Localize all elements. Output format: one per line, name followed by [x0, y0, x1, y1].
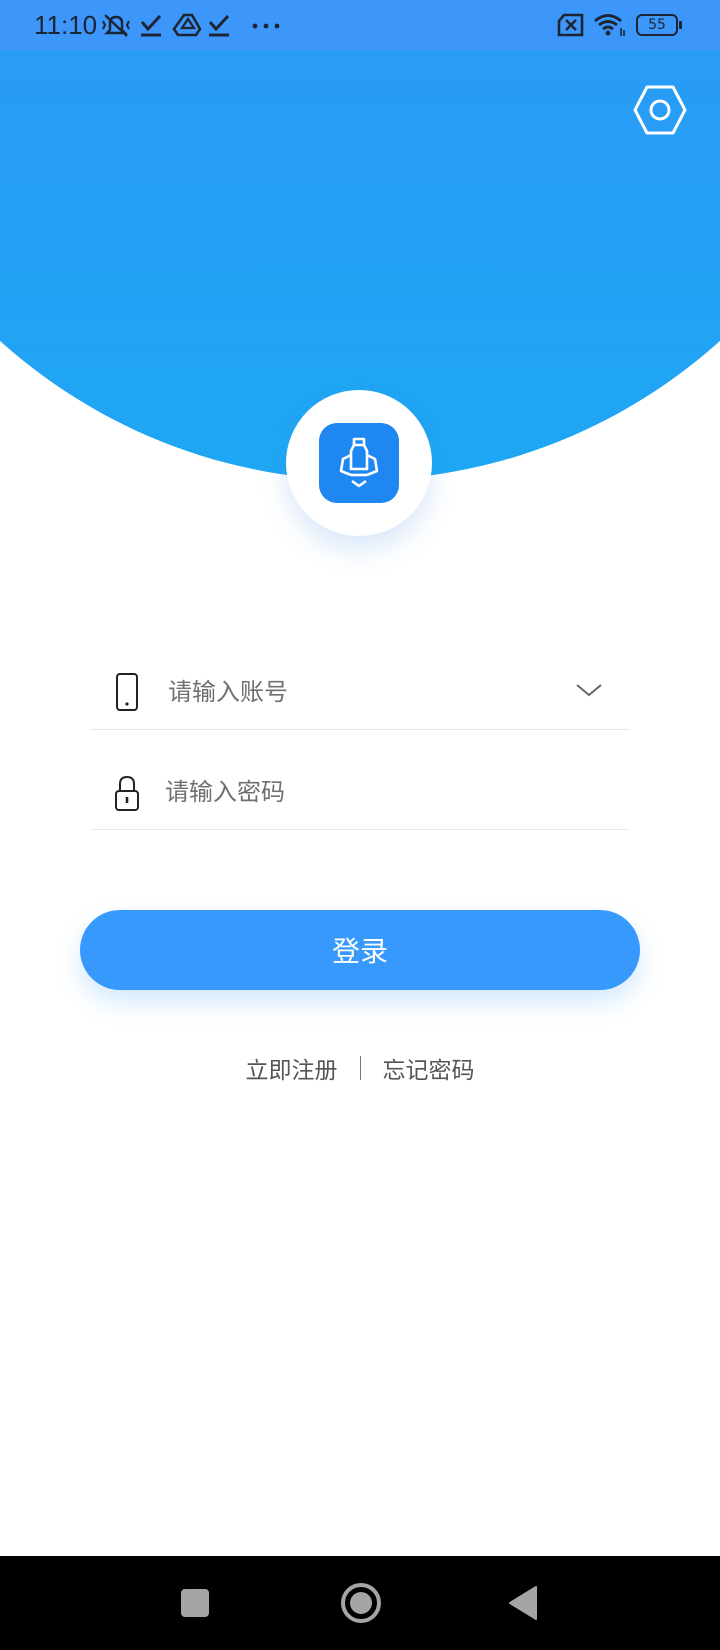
- password-input[interactable]: [165, 764, 545, 820]
- account-input[interactable]: [168, 664, 548, 720]
- account-row: [90, 654, 630, 730]
- home-icon[interactable]: [338, 1580, 384, 1626]
- download-done-icon: [140, 14, 162, 37]
- login-screen: 11:10 55 请输入账号 登录 立即注册 忘记密码: [0, 0, 720, 1650]
- app-logo: [319, 423, 399, 503]
- lock-icon: [115, 775, 139, 811]
- phone-icon: [116, 673, 138, 711]
- back-icon[interactable]: [506, 1584, 540, 1622]
- drive-icon: [172, 13, 202, 37]
- navigation-bar: [0, 1556, 720, 1650]
- no-sim-icon: [557, 13, 584, 37]
- more-notifications-icon: [252, 23, 280, 29]
- app-logo-icon: [339, 437, 379, 488]
- wifi-icon: [594, 14, 625, 36]
- password-row: [90, 754, 630, 830]
- register-link[interactable]: 立即注册: [246, 1051, 338, 1085]
- battery-indicator: 55: [636, 14, 682, 36]
- status-bar: 11:10 55: [0, 0, 720, 50]
- status-time: 11:10: [34, 10, 98, 40]
- auth-links: 立即注册 忘记密码: [0, 1048, 720, 1088]
- recent-apps-icon[interactable]: [178, 1586, 212, 1620]
- settings-icon[interactable]: [632, 84, 688, 136]
- login-button[interactable]: 登录: [80, 910, 640, 990]
- link-divider: [359, 1056, 361, 1080]
- download-done-icon-2: [208, 14, 230, 37]
- vibrate-off-icon: [102, 14, 130, 37]
- forgot-password-link[interactable]: 忘记密码: [383, 1051, 475, 1085]
- chevron-down-icon[interactable]: [574, 680, 604, 700]
- logo-container: [286, 390, 432, 536]
